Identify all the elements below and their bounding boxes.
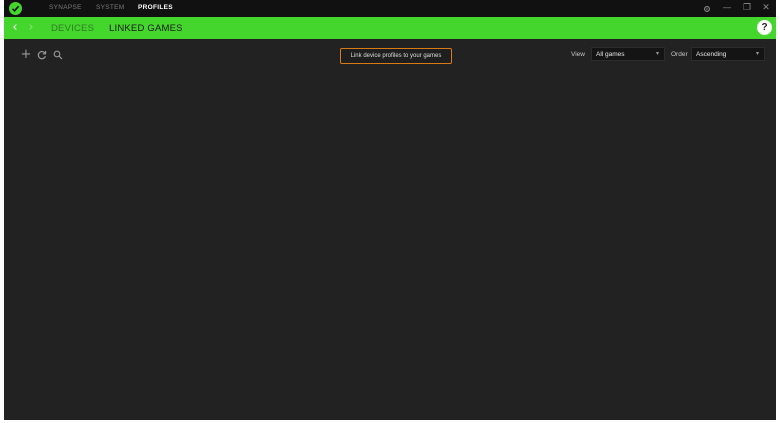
tab-devices[interactable]: DEVICES	[51, 23, 94, 34]
title-bar: SYNAPSE SYSTEM PROFILES — ❐ ✕	[4, 0, 776, 17]
add-icon[interactable]: +	[20, 48, 32, 61]
tab-profiles[interactable]: PROFILES	[138, 4, 173, 11]
close-button[interactable]: ✕	[759, 2, 773, 15]
view-select-value: All games	[596, 51, 625, 58]
profiles-nav-bar: ‹ › DEVICES LINKED GAMES ?	[4, 17, 776, 39]
forward-arrow-icon[interactable]: ›	[25, 20, 37, 36]
linked-games-panel	[4, 39, 776, 420]
razer-logo-icon[interactable]	[9, 2, 22, 15]
view-label: View	[571, 51, 585, 58]
maximize-button[interactable]: ❐	[740, 2, 754, 15]
gear-icon[interactable]	[700, 2, 714, 15]
search-icon[interactable]	[52, 49, 63, 61]
link-profiles-hint[interactable]: Link device profiles to your games	[340, 48, 452, 64]
tab-synapse[interactable]: SYNAPSE	[49, 4, 82, 11]
minimize-button[interactable]: —	[720, 2, 734, 15]
view-select[interactable]: All games ▾	[591, 47, 665, 61]
app-window: SYNAPSE SYSTEM PROFILES — ❐ ✕ ‹ › DEVICE…	[4, 0, 776, 420]
refresh-icon[interactable]	[36, 49, 47, 64]
back-arrow-icon[interactable]: ‹	[9, 20, 21, 36]
help-icon[interactable]: ?	[757, 20, 772, 35]
chevron-down-icon: ▾	[655, 50, 659, 57]
tab-linked-games[interactable]: LINKED GAMES	[109, 23, 183, 34]
tab-system[interactable]: SYSTEM	[96, 4, 125, 11]
chevron-down-icon: ▾	[755, 50, 759, 57]
order-select[interactable]: Ascending ▾	[691, 47, 765, 61]
order-select-value: Ascending	[696, 51, 727, 58]
order-label: Order	[671, 51, 688, 58]
